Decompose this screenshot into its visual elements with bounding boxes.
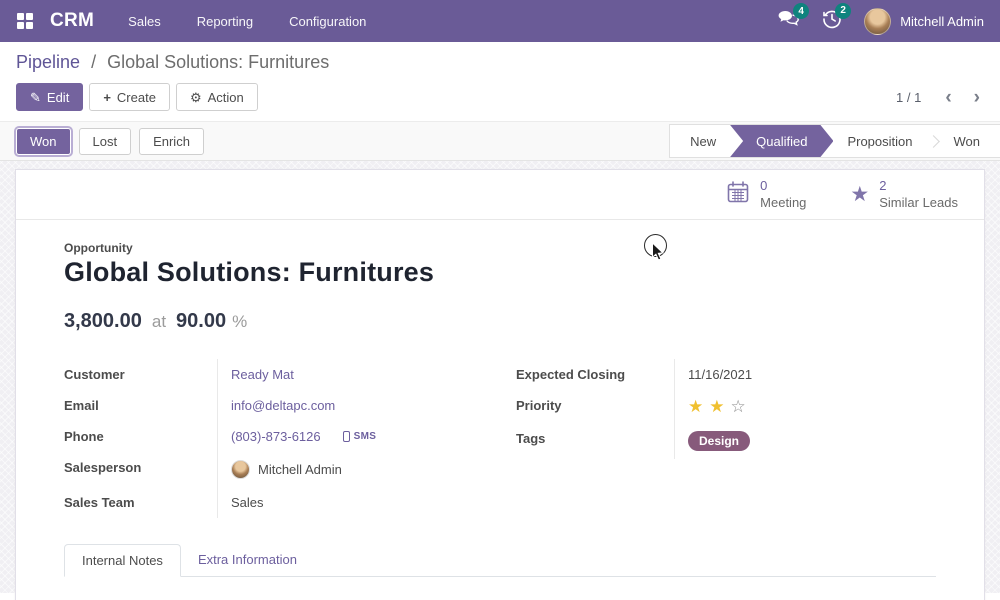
breadcrumb-pipeline-link[interactable]: Pipeline: [16, 52, 80, 72]
create-button-label: Create: [117, 90, 156, 105]
expected-revenue-value: 3,800.00: [64, 310, 142, 333]
enrich-button[interactable]: Enrich: [139, 128, 204, 155]
plus-icon: +: [103, 91, 111, 104]
nav-menu-sales[interactable]: Sales: [128, 14, 161, 29]
salesperson-label: Salesperson: [64, 452, 217, 487]
status-row: Won Lost Enrich New Qualified Propositio…: [0, 121, 1000, 161]
customer-value-link[interactable]: Ready Mat: [231, 367, 294, 382]
mobile-phone-icon: [343, 431, 350, 442]
percent-sign: %: [232, 312, 247, 332]
phone-value-link[interactable]: (803)-873-6126: [231, 429, 321, 444]
control-panel: Pipeline / Global Solutions: Furnitures …: [0, 42, 1000, 121]
breadcrumb-separator: /: [91, 52, 96, 72]
sms-button[interactable]: SMS: [343, 431, 377, 442]
edit-button-label: Edit: [47, 90, 69, 105]
messages-badge: 4: [793, 3, 809, 19]
action-button-label: Action: [208, 90, 244, 105]
opportunity-title: Global Solutions: Furnitures: [64, 257, 936, 288]
edit-button[interactable]: ✎ Edit: [16, 83, 83, 111]
field-column-right: Expected Closing 11/16/2021 Priority ★ ★…: [516, 359, 936, 518]
sheet-body: Opportunity Global Solutions: Furnitures…: [16, 220, 984, 577]
tag-design-badge[interactable]: Design: [688, 431, 750, 451]
pencil-icon: ✎: [30, 91, 41, 104]
at-label: at: [152, 312, 166, 332]
salesperson-value[interactable]: Mitchell Admin: [258, 462, 342, 477]
notebook-tabs: Internal Notes Extra Information: [64, 544, 936, 577]
salesperson-avatar: [231, 460, 250, 479]
action-button[interactable]: ⚙ Action: [176, 83, 258, 111]
form-view-background: 0 Meeting ★ 2 Similar Leads Opportunity …: [0, 161, 1000, 593]
sms-label: SMS: [354, 431, 377, 442]
field-area: Customer Ready Mat Email info@deltapc.co…: [64, 359, 936, 518]
record-type-label: Opportunity: [64, 241, 936, 255]
email-label: Email: [64, 390, 217, 421]
nav-menu-reporting[interactable]: Reporting: [197, 14, 253, 29]
similar-leads-label: Similar Leads: [879, 195, 958, 211]
stage-won[interactable]: Won: [934, 125, 1000, 157]
phone-label: Phone: [64, 421, 217, 452]
meeting-stat-button[interactable]: 0 Meeting: [726, 178, 806, 211]
messages-button[interactable]: 4: [777, 9, 800, 33]
customer-label: Customer: [64, 359, 217, 390]
email-value-link[interactable]: info@deltapc.com: [231, 398, 335, 413]
meeting-label: Meeting: [760, 195, 806, 211]
create-button[interactable]: + Create: [89, 83, 170, 111]
tab-extra-information[interactable]: Extra Information: [181, 544, 314, 576]
tab-internal-notes[interactable]: Internal Notes: [64, 544, 181, 577]
expected-closing-label: Expected Closing: [516, 359, 674, 390]
sales-team-value[interactable]: Sales: [231, 495, 264, 510]
activities-button[interactable]: 2: [822, 9, 842, 34]
star-filled-icon[interactable]: ★: [688, 398, 705, 415]
breadcrumb: Pipeline / Global Solutions: Furnitures: [16, 52, 984, 73]
priority-label: Priority: [516, 390, 674, 423]
lost-button[interactable]: Lost: [79, 128, 132, 155]
nav-menu-configuration[interactable]: Configuration: [289, 14, 366, 29]
stat-button-row: 0 Meeting ★ 2 Similar Leads: [16, 170, 984, 220]
navbar-right: 4 2 Mitchell Admin: [777, 8, 984, 35]
probability-value: 90.00: [176, 310, 226, 333]
won-button[interactable]: Won: [16, 128, 71, 155]
pager-counter: 1 / 1: [896, 90, 921, 105]
calendar-icon: [726, 180, 750, 209]
breadcrumb-current: Global Solutions: Furnitures: [107, 52, 329, 72]
app-title[interactable]: CRM: [50, 10, 94, 32]
top-navbar: CRM Sales Reporting Configuration 4 2: [0, 0, 1000, 42]
user-avatar: [864, 8, 891, 35]
meeting-count: 0: [760, 178, 806, 194]
apps-grid-icon[interactable]: [16, 12, 34, 30]
revenue-row: 3,800.00 at 90.00 %: [64, 310, 936, 333]
sales-team-label: Sales Team: [64, 487, 217, 518]
pager: 1 / 1 ‹ ›: [896, 88, 984, 107]
field-column-left: Customer Ready Mat Email info@deltapc.co…: [64, 359, 516, 518]
pager-next-button[interactable]: ›: [970, 88, 984, 107]
stage-bar: New Qualified Proposition Won: [669, 124, 1000, 158]
priority-stars: ★ ★ ☆: [674, 390, 936, 423]
stage-proposition[interactable]: Proposition: [827, 125, 932, 157]
form-sheet: 0 Meeting ★ 2 Similar Leads Opportunity …: [15, 169, 985, 600]
stage-qualified[interactable]: Qualified: [730, 125, 833, 157]
user-name: Mitchell Admin: [900, 14, 984, 29]
star-empty-icon[interactable]: ☆: [731, 398, 748, 415]
pager-prev-button[interactable]: ‹: [941, 88, 955, 107]
tags-label: Tags: [516, 423, 674, 459]
star-icon: ★: [850, 184, 869, 205]
star-filled-icon[interactable]: ★: [709, 398, 726, 415]
stage-new[interactable]: New: [670, 125, 736, 157]
user-menu[interactable]: Mitchell Admin: [864, 8, 984, 35]
similar-leads-stat-button[interactable]: ★ 2 Similar Leads: [850, 178, 958, 211]
activities-badge: 2: [835, 3, 851, 19]
mouse-cursor-icon: [651, 242, 667, 267]
similar-leads-count: 2: [879, 178, 958, 194]
gear-icon: ⚙: [190, 91, 202, 104]
expected-closing-value[interactable]: 11/16/2021: [688, 367, 752, 382]
toolbar: ✎ Edit + Create ⚙ Action 1 / 1 ‹ ›: [16, 83, 984, 111]
